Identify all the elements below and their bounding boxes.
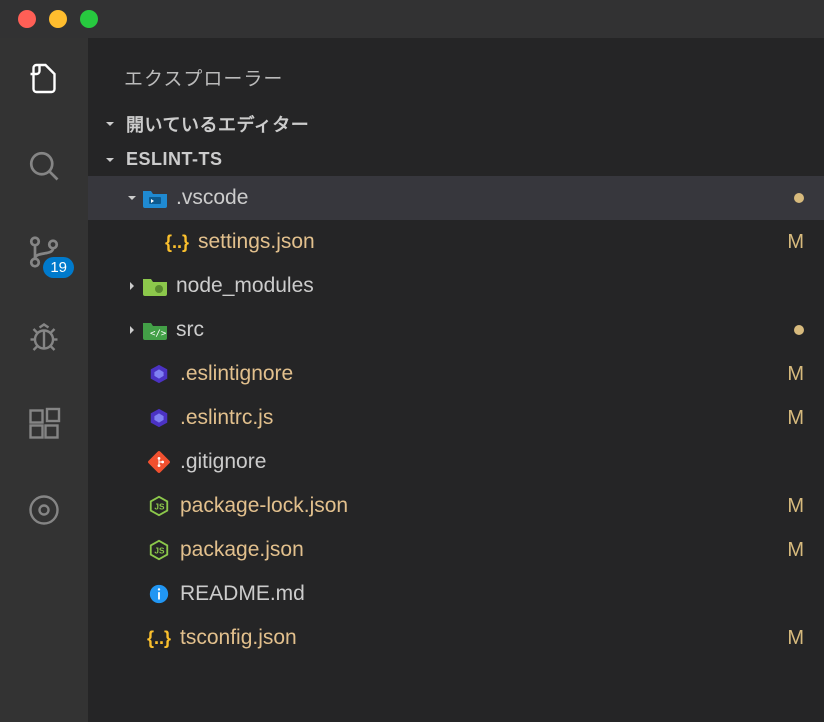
body-area: 19 [0, 38, 824, 722]
extensions-icon [26, 406, 62, 442]
svg-text:</>: </> [150, 329, 167, 339]
tree-item-label: README.md [180, 582, 804, 606]
tree-item-label: src [176, 318, 794, 342]
workspace-header[interactable]: ESLINT-TS [88, 143, 824, 176]
tree-item-label: settings.json [198, 230, 782, 254]
close-window-button[interactable] [18, 10, 36, 28]
eslint-icon [146, 405, 172, 431]
extensions-activity[interactable] [24, 404, 64, 444]
json-icon: {..} [164, 229, 190, 255]
tree-item-label: .eslintrc.js [180, 406, 782, 430]
chevron-down-icon [122, 190, 142, 206]
git-status-dot [794, 193, 804, 203]
titlebar [0, 0, 824, 38]
svg-text:JS: JS [154, 547, 165, 556]
git-status-modified: M [782, 495, 804, 518]
tree-folder-src[interactable]: </> src [88, 308, 824, 352]
git-status-modified: M [782, 539, 804, 562]
tree-item-label: package-lock.json [180, 494, 782, 518]
activity-bar: 19 [0, 38, 88, 722]
tree-file-package-lock[interactable]: JS package-lock.json M [88, 484, 824, 528]
json-icon: {..} [146, 625, 172, 651]
tree-file-settings-json[interactable]: {..} settings.json M [88, 220, 824, 264]
files-icon [26, 62, 62, 98]
open-editors-header[interactable]: 開いているエディター [88, 105, 824, 143]
svg-text:JS: JS [154, 503, 165, 512]
tree-item-label: node_modules [176, 274, 804, 298]
folder-node-modules-icon [142, 273, 168, 299]
chevron-right-icon [122, 278, 142, 294]
folder-src-icon: </> [142, 317, 168, 343]
eslint-icon [146, 361, 172, 387]
vscode-window: 19 [0, 0, 824, 722]
git-status-modified: M [782, 363, 804, 386]
folder-vscode-icon [142, 185, 168, 211]
chevron-down-icon [102, 116, 120, 132]
git-icon [146, 449, 172, 475]
info-icon [146, 581, 172, 607]
git-status-dot [794, 325, 804, 335]
explorer-activity[interactable] [24, 60, 64, 100]
tree-item-label: .eslintignore [180, 362, 782, 386]
workspace-label: ESLINT-TS [126, 149, 223, 170]
search-icon [26, 148, 62, 184]
chevron-down-icon [102, 152, 120, 168]
tree-file-readme[interactable]: README.md [88, 572, 824, 616]
tree-item-label: .vscode [176, 186, 794, 210]
remote-activity[interactable] [24, 490, 64, 530]
explorer-sidebar: エクスプローラー 開いているエディター ESLINT-TS [88, 38, 824, 722]
git-status-modified: M [782, 231, 804, 254]
tree-file-package-json[interactable]: JS package.json M [88, 528, 824, 572]
tree-folder-node-modules[interactable]: node_modules [88, 264, 824, 308]
debug-activity[interactable] [24, 318, 64, 358]
tree-file-tsconfig[interactable]: {..} tsconfig.json M [88, 616, 824, 660]
sidebar-title: エクスプローラー [88, 56, 824, 105]
bug-icon [26, 320, 62, 356]
search-activity[interactable] [24, 146, 64, 186]
chevron-right-icon [122, 322, 142, 338]
source-control-activity[interactable]: 19 [24, 232, 64, 272]
source-control-badge: 19 [43, 257, 74, 278]
remote-icon [26, 492, 62, 528]
git-status-modified: M [782, 627, 804, 650]
tree-file-eslintignore[interactable]: .eslintignore M [88, 352, 824, 396]
nodejs-icon: JS [146, 493, 172, 519]
file-tree: .vscode {..} settings.json M [88, 176, 824, 722]
git-status-modified: M [782, 407, 804, 430]
tree-item-label: package.json [180, 538, 782, 562]
tree-file-eslintrc[interactable]: .eslintrc.js M [88, 396, 824, 440]
tree-item-label: .gitignore [180, 450, 804, 474]
tree-item-label: tsconfig.json [180, 626, 782, 650]
maximize-window-button[interactable] [80, 10, 98, 28]
tree-file-gitignore[interactable]: .gitignore [88, 440, 824, 484]
open-editors-label: 開いているエディター [126, 111, 309, 137]
tree-folder-vscode[interactable]: .vscode [88, 176, 824, 220]
nodejs-icon: JS [146, 537, 172, 563]
minimize-window-button[interactable] [49, 10, 67, 28]
